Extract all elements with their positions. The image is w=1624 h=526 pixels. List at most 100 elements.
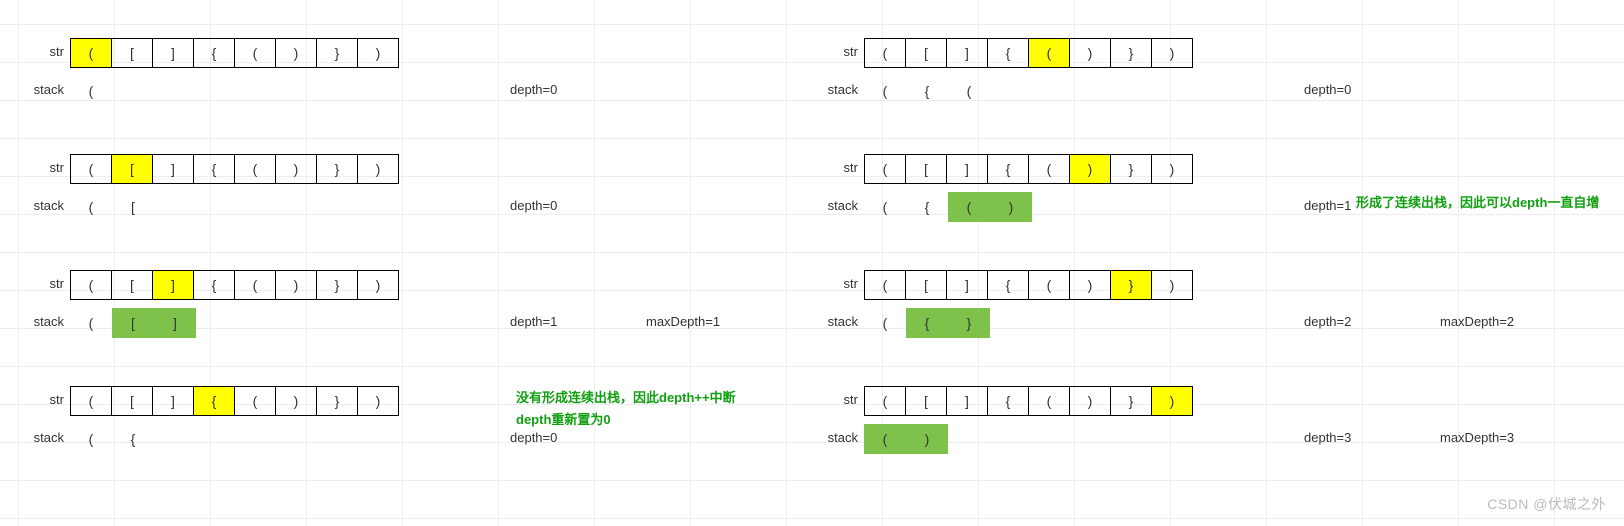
left-column: str([]{()})stack(depth=0str([]{()})stack… (14, 38, 794, 502)
str-row: str([]{()}) (14, 154, 399, 184)
str-cell: ( (234, 386, 276, 416)
str-cells: ([]{()}) (70, 154, 399, 184)
str-cell: [ (111, 154, 153, 184)
str-cells: ([]{()}) (864, 270, 1193, 300)
str-cells: ([]{()}) (864, 154, 1193, 184)
str-cell: ( (1028, 270, 1070, 300)
stack-row: stack({() (808, 192, 1032, 222)
stack-cell: { (906, 308, 948, 338)
str-cell: } (1110, 270, 1152, 300)
stack-cell: [ (112, 192, 154, 222)
str-cell: ) (1069, 38, 1111, 68)
stack-cell: ( (864, 424, 906, 454)
step: str([]{()}) stack([ depth=0 (14, 154, 794, 270)
str-cell: [ (905, 386, 947, 416)
str-label: str (14, 386, 70, 407)
str-cell: ) (1069, 386, 1111, 416)
stack-row: stack([ (14, 192, 154, 222)
str-cell: { (987, 154, 1029, 184)
step: str([]{()})stack({}depth=2maxDepth=2 (808, 270, 1588, 386)
stack-cell: ] (154, 308, 196, 338)
str-cell: ] (152, 154, 194, 184)
str-cell: { (193, 386, 235, 416)
depth-label: depth=0 (510, 430, 557, 445)
str-row: str([]{()}) (14, 38, 399, 68)
stack-cells: ({( (864, 76, 990, 106)
stack-label: stack (14, 76, 70, 97)
str-cell: ( (1028, 154, 1070, 184)
stack-cell: ( (70, 424, 112, 454)
stack-cell: ( (864, 308, 906, 338)
str-row: str([]{()}) (808, 38, 1193, 68)
str-label: str (14, 38, 70, 59)
stack-cell: ( (70, 308, 112, 338)
depth-label: depth=0 (510, 82, 557, 97)
stack-cells: ([ (70, 192, 154, 222)
str-cell: { (987, 38, 1029, 68)
str-cell: ) (1151, 270, 1193, 300)
note-left: 没有形成连续出栈，因此depth++中断depth重新置为0 (516, 387, 736, 431)
stack-row: stack({ (14, 424, 154, 454)
str-cell: ) (357, 38, 399, 68)
step: str([]{()}) stack( depth=0 (14, 38, 794, 154)
str-cell: ) (357, 154, 399, 184)
stack-row: stack({( (808, 76, 990, 106)
str-cell: ) (1069, 270, 1111, 300)
str-cell: ) (1151, 38, 1193, 68)
str-cell: ( (70, 154, 112, 184)
note-right: 形成了连续出栈，因此可以depth一直自增 (1356, 192, 1599, 214)
stack-cell: ( (864, 192, 906, 222)
stack-label: stack (808, 76, 864, 97)
stack-cells: () (864, 424, 948, 454)
depth-label: depth=1 (510, 314, 557, 329)
stack-cell: { (906, 76, 948, 106)
stack-cell: { (112, 424, 154, 454)
str-cell: { (193, 270, 235, 300)
str-cell: ( (1028, 386, 1070, 416)
str-label: str (808, 38, 864, 59)
stack-label: stack (808, 424, 864, 445)
str-cell: [ (905, 154, 947, 184)
str-cell: } (316, 270, 358, 300)
stack-label: stack (808, 192, 864, 213)
stack-label: stack (14, 308, 70, 329)
str-cell: ) (1069, 154, 1111, 184)
stack-row: stack( (14, 76, 112, 106)
stack-cell: { (906, 192, 948, 222)
str-cell: } (1110, 38, 1152, 68)
watermark: CSDN @伏城之外 (1487, 494, 1606, 514)
str-cell: } (316, 38, 358, 68)
str-cell: ) (1151, 386, 1193, 416)
depth-label: depth=0 (510, 198, 557, 213)
str-cell: [ (905, 38, 947, 68)
str-cell: ( (1028, 38, 1070, 68)
stack-label: stack (14, 192, 70, 213)
str-label: str (808, 386, 864, 407)
str-cell: ( (864, 386, 906, 416)
str-label: str (808, 154, 864, 175)
stack-cell: ( (948, 192, 990, 222)
stack-cell: ) (990, 192, 1032, 222)
stack-label: stack (808, 308, 864, 329)
str-cell: ] (152, 38, 194, 68)
depth-label: depth=0 (1304, 82, 1351, 97)
stack-row: stack() (808, 424, 948, 454)
str-cells: ([]{()}) (864, 386, 1193, 416)
stack-cells: ({ (70, 424, 154, 454)
str-row: str([]{()}) (808, 270, 1193, 300)
str-row: str([]{()}) (808, 386, 1193, 416)
str-cell: ) (357, 270, 399, 300)
depth-label: depth=2 (1304, 314, 1351, 329)
str-cell: } (316, 386, 358, 416)
stack-cell: [ (112, 308, 154, 338)
str-row: str([]{()}) (14, 386, 399, 416)
stack-cell: ( (70, 76, 112, 106)
str-cell: ) (275, 270, 317, 300)
depth-label: depth=1 (1304, 198, 1351, 213)
str-cell: ( (70, 386, 112, 416)
step: str([]{()})stack()depth=3maxDepth=3 (808, 386, 1588, 502)
str-label: str (808, 270, 864, 291)
stack-cells: ([] (70, 308, 196, 338)
str-cell: ] (946, 154, 988, 184)
stack-cells: ({() (864, 192, 1032, 222)
